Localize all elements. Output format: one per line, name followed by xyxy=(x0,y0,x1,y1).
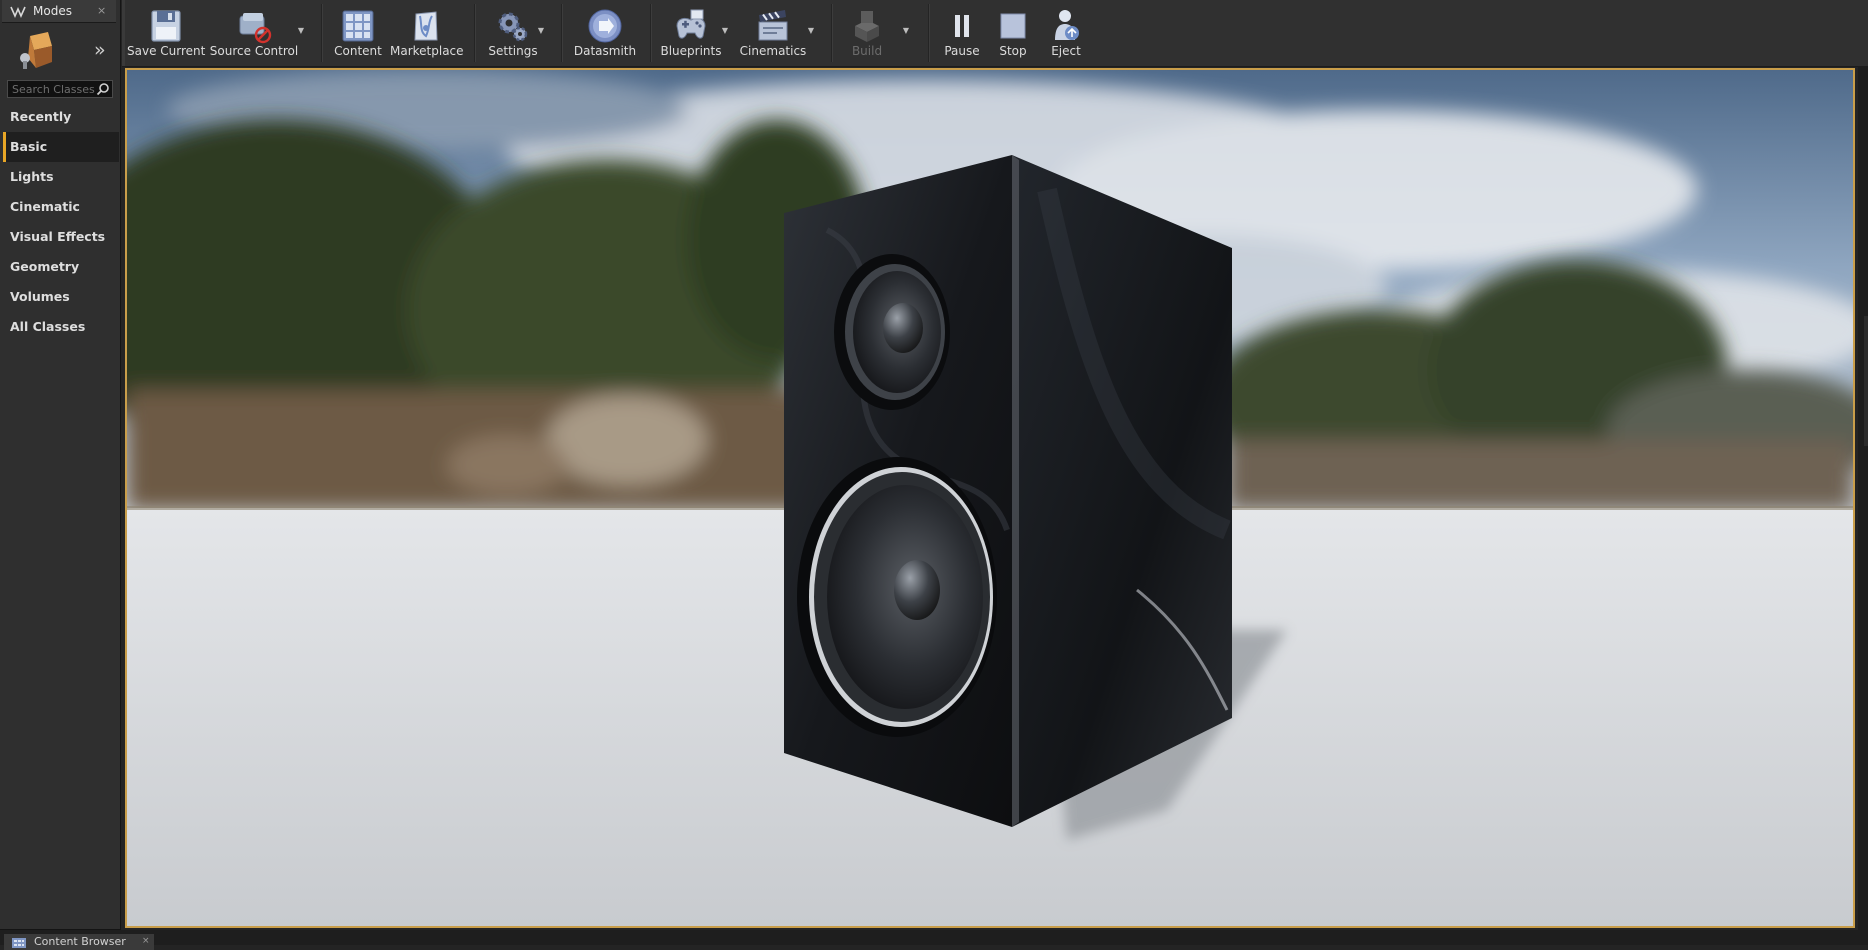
eject-button[interactable]: Eject xyxy=(1040,4,1092,64)
stop-icon xyxy=(1000,13,1026,39)
blueprints-label: Blueprints xyxy=(660,44,722,58)
modes-icon xyxy=(10,6,26,18)
eject-label: Eject xyxy=(1051,44,1081,58)
stop-button[interactable]: Stop xyxy=(988,4,1038,64)
modes-tab[interactable]: Modes × xyxy=(2,0,116,23)
close-icon[interactable]: × xyxy=(142,934,150,949)
scrollbar-handle[interactable] xyxy=(1864,316,1868,446)
pause-icon xyxy=(955,15,969,37)
search-classes-box[interactable] xyxy=(7,80,113,98)
settings-label: Settings xyxy=(488,44,538,58)
blueprints-button[interactable]: Blueprints xyxy=(657,4,725,64)
clapperboard-icon xyxy=(758,10,788,41)
marketplace-label: Marketplace xyxy=(390,44,464,58)
eject-icon xyxy=(1055,10,1079,40)
toolbar-separator xyxy=(561,4,562,62)
stop-label: Stop xyxy=(999,44,1027,58)
datasmith-label: Datasmith xyxy=(573,44,637,58)
bottom-tab-strip xyxy=(0,930,1868,945)
category-basic[interactable]: Basic xyxy=(3,132,119,162)
category-all-classes[interactable]: All Classes xyxy=(3,312,119,342)
expand-icon[interactable]: » xyxy=(94,38,106,62)
modes-panel: Modes × » Recently Placed Basic Lights C… xyxy=(0,0,121,945)
tab-content-browser[interactable]: Content Browser × xyxy=(4,934,154,950)
toolbar-separator xyxy=(321,4,322,62)
category-visual-effects[interactable]: Visual Effects xyxy=(3,222,119,252)
modes-tab-label: Modes xyxy=(33,4,72,18)
build-icon xyxy=(855,11,879,42)
blueprints-dropdown-icon[interactable]: ▼ xyxy=(720,27,730,35)
pause-button[interactable]: Pause xyxy=(936,4,988,64)
datasmith-icon xyxy=(588,9,622,43)
cinematics-label: Cinematics xyxy=(739,44,807,58)
category-lights[interactable]: Lights xyxy=(3,162,119,192)
floppy-disk-icon xyxy=(151,10,181,42)
marketplace-button[interactable]: Marketplace xyxy=(390,4,464,64)
viewport-scene xyxy=(127,70,1853,926)
build-dropdown-icon[interactable]: ▼ xyxy=(901,27,911,35)
content-browser-label: Content Browser xyxy=(34,935,126,948)
place-mode-icon[interactable] xyxy=(10,28,60,72)
cinematics-button[interactable]: Cinematics xyxy=(736,4,810,64)
category-geometry[interactable]: Geometry xyxy=(3,252,119,282)
pause-label: Pause xyxy=(944,44,980,58)
category-cinematic[interactable]: Cinematic xyxy=(3,192,119,222)
content-grid-icon xyxy=(342,10,374,42)
category-recently-placed[interactable]: Recently Placed xyxy=(3,102,119,154)
marketplace-icon xyxy=(414,11,438,41)
cinematics-dropdown-icon[interactable]: ▼ xyxy=(806,27,816,35)
source-control-dropdown-icon[interactable]: ▼ xyxy=(296,27,306,35)
gamepad-icon xyxy=(676,9,706,39)
level-viewport[interactable] xyxy=(125,68,1855,928)
toolbar-separator xyxy=(474,4,475,62)
close-icon[interactable]: × xyxy=(97,0,106,22)
source-control-icon xyxy=(239,13,272,44)
toolbar-separator xyxy=(928,4,929,62)
gears-icon xyxy=(498,12,528,42)
content-button[interactable]: Content xyxy=(327,4,389,64)
viewport-right-edge xyxy=(1858,66,1868,930)
datasmith-button[interactable]: Datasmith xyxy=(570,4,640,64)
search-icon[interactable] xyxy=(96,82,110,96)
save-current-button[interactable]: Save Current xyxy=(127,4,205,64)
settings-dropdown-icon[interactable]: ▼ xyxy=(536,27,546,35)
category-volumes[interactable]: Volumes xyxy=(3,282,119,312)
settings-button[interactable]: Settings xyxy=(482,4,544,64)
toolbar-separator xyxy=(650,4,651,62)
search-classes-input[interactable] xyxy=(10,81,98,97)
build-button[interactable]: Build xyxy=(838,4,896,64)
source-control-button[interactable]: Source Control xyxy=(209,4,299,64)
source-control-label: Source Control xyxy=(209,44,299,58)
content-browser-icon xyxy=(12,938,26,948)
toolbar-edge xyxy=(122,0,125,66)
save-current-label: Save Current xyxy=(127,44,206,58)
build-label: Build xyxy=(851,44,883,58)
toolbar-separator xyxy=(831,4,832,62)
content-label: Content xyxy=(334,44,382,58)
